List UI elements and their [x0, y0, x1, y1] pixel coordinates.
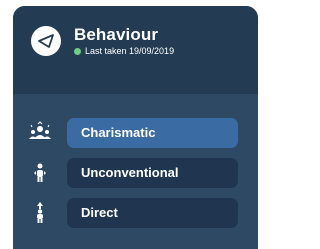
trait-pill-charismatic[interactable]: Charismatic [67, 118, 238, 148]
last-taken-text: Last taken 19/09/2019 [85, 46, 175, 56]
card-header: Behaviour Last taken 19/09/2019 [13, 6, 258, 94]
behaviour-card: Behaviour Last taken 19/09/2019 Charisma… [13, 6, 258, 249]
trait-label: Direct [81, 205, 118, 220]
people-group-icon [28, 121, 52, 145]
trait-label: Unconventional [81, 165, 179, 180]
card-title: Behaviour [74, 25, 159, 44]
person-up-arrow-icon [28, 201, 52, 225]
status-dot [74, 47, 81, 55]
trait-item-direct[interactable]: Direct [23, 198, 243, 228]
trait-pill-direct[interactable]: Direct [67, 198, 238, 228]
triangle-compass-icon [31, 26, 61, 56]
person-arrows-icon [28, 161, 52, 185]
trait-item-charismatic[interactable]: Charismatic [23, 118, 243, 148]
trait-pill-unconventional[interactable]: Unconventional [67, 158, 238, 188]
trait-label: Charismatic [81, 125, 156, 140]
trait-item-unconventional[interactable]: Unconventional [23, 158, 243, 188]
last-taken-row: Last taken 19/09/2019 [74, 45, 174, 57]
